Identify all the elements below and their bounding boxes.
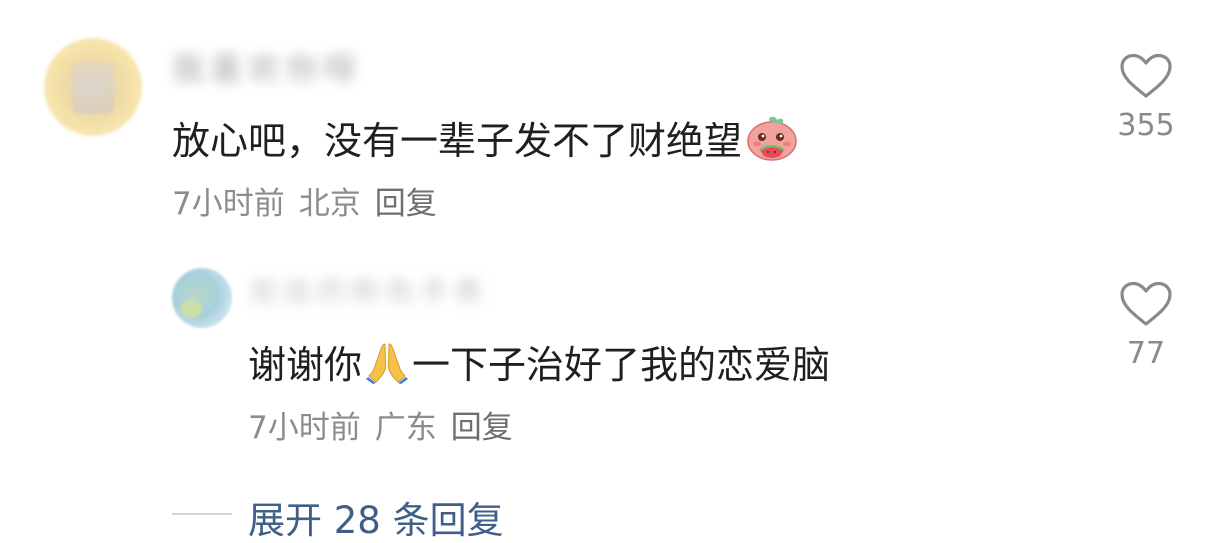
- expand-replies-button[interactable]: 展开 28 条回复: [248, 490, 504, 543]
- reply-author-name[interactable]: 拾拾的粉色手表: [250, 270, 488, 310]
- reply-time: 7小时前: [248, 410, 361, 446]
- avatar-image: [72, 62, 114, 114]
- expand-divider: [172, 513, 232, 515]
- comment-meta: 7小时前 北京 回复: [172, 178, 437, 223]
- peach-emoji-icon: [746, 114, 798, 162]
- reply-text: 谢谢你 一下子治好了我的恋爱脑: [248, 334, 830, 389]
- folded-hands-icon: [366, 340, 409, 384]
- reply-avatar[interactable]: [172, 268, 232, 328]
- reply-button[interactable]: 回复: [451, 402, 513, 447]
- reply-meta: 7小时前 广东 回复: [248, 402, 513, 447]
- reply-text-end: 一下子治好了我的恋爱脑: [412, 343, 831, 387]
- like-count: 77: [1126, 336, 1166, 371]
- heart-outline-icon: [1120, 53, 1172, 98]
- reply-location: 广东: [374, 410, 437, 446]
- like-button[interactable]: 355: [1106, 52, 1186, 143]
- reply-button[interactable]: 回复: [375, 178, 437, 223]
- avatar-image: [180, 300, 202, 318]
- reply-text-start: 谢谢你: [248, 343, 363, 387]
- comment-time: 7小时前: [172, 186, 285, 222]
- comment-thread: 我喜欢你呀 放心吧，没有一辈子发不了财绝望 7小时前 北京 回复 355 拾拾的…: [0, 0, 1220, 543]
- like-button[interactable]: 77: [1106, 280, 1186, 371]
- comment-author-name[interactable]: 我喜欢你呀: [172, 44, 362, 90]
- comment-location: 北京: [298, 186, 361, 222]
- comment-text-body: 放心吧，没有一辈子发不了财绝望: [172, 119, 743, 163]
- like-count: 355: [1117, 108, 1175, 143]
- heart-outline-icon: [1120, 281, 1172, 326]
- avatar[interactable]: [44, 38, 142, 136]
- comment-text: 放心吧，没有一辈子发不了财绝望: [172, 110, 798, 165]
